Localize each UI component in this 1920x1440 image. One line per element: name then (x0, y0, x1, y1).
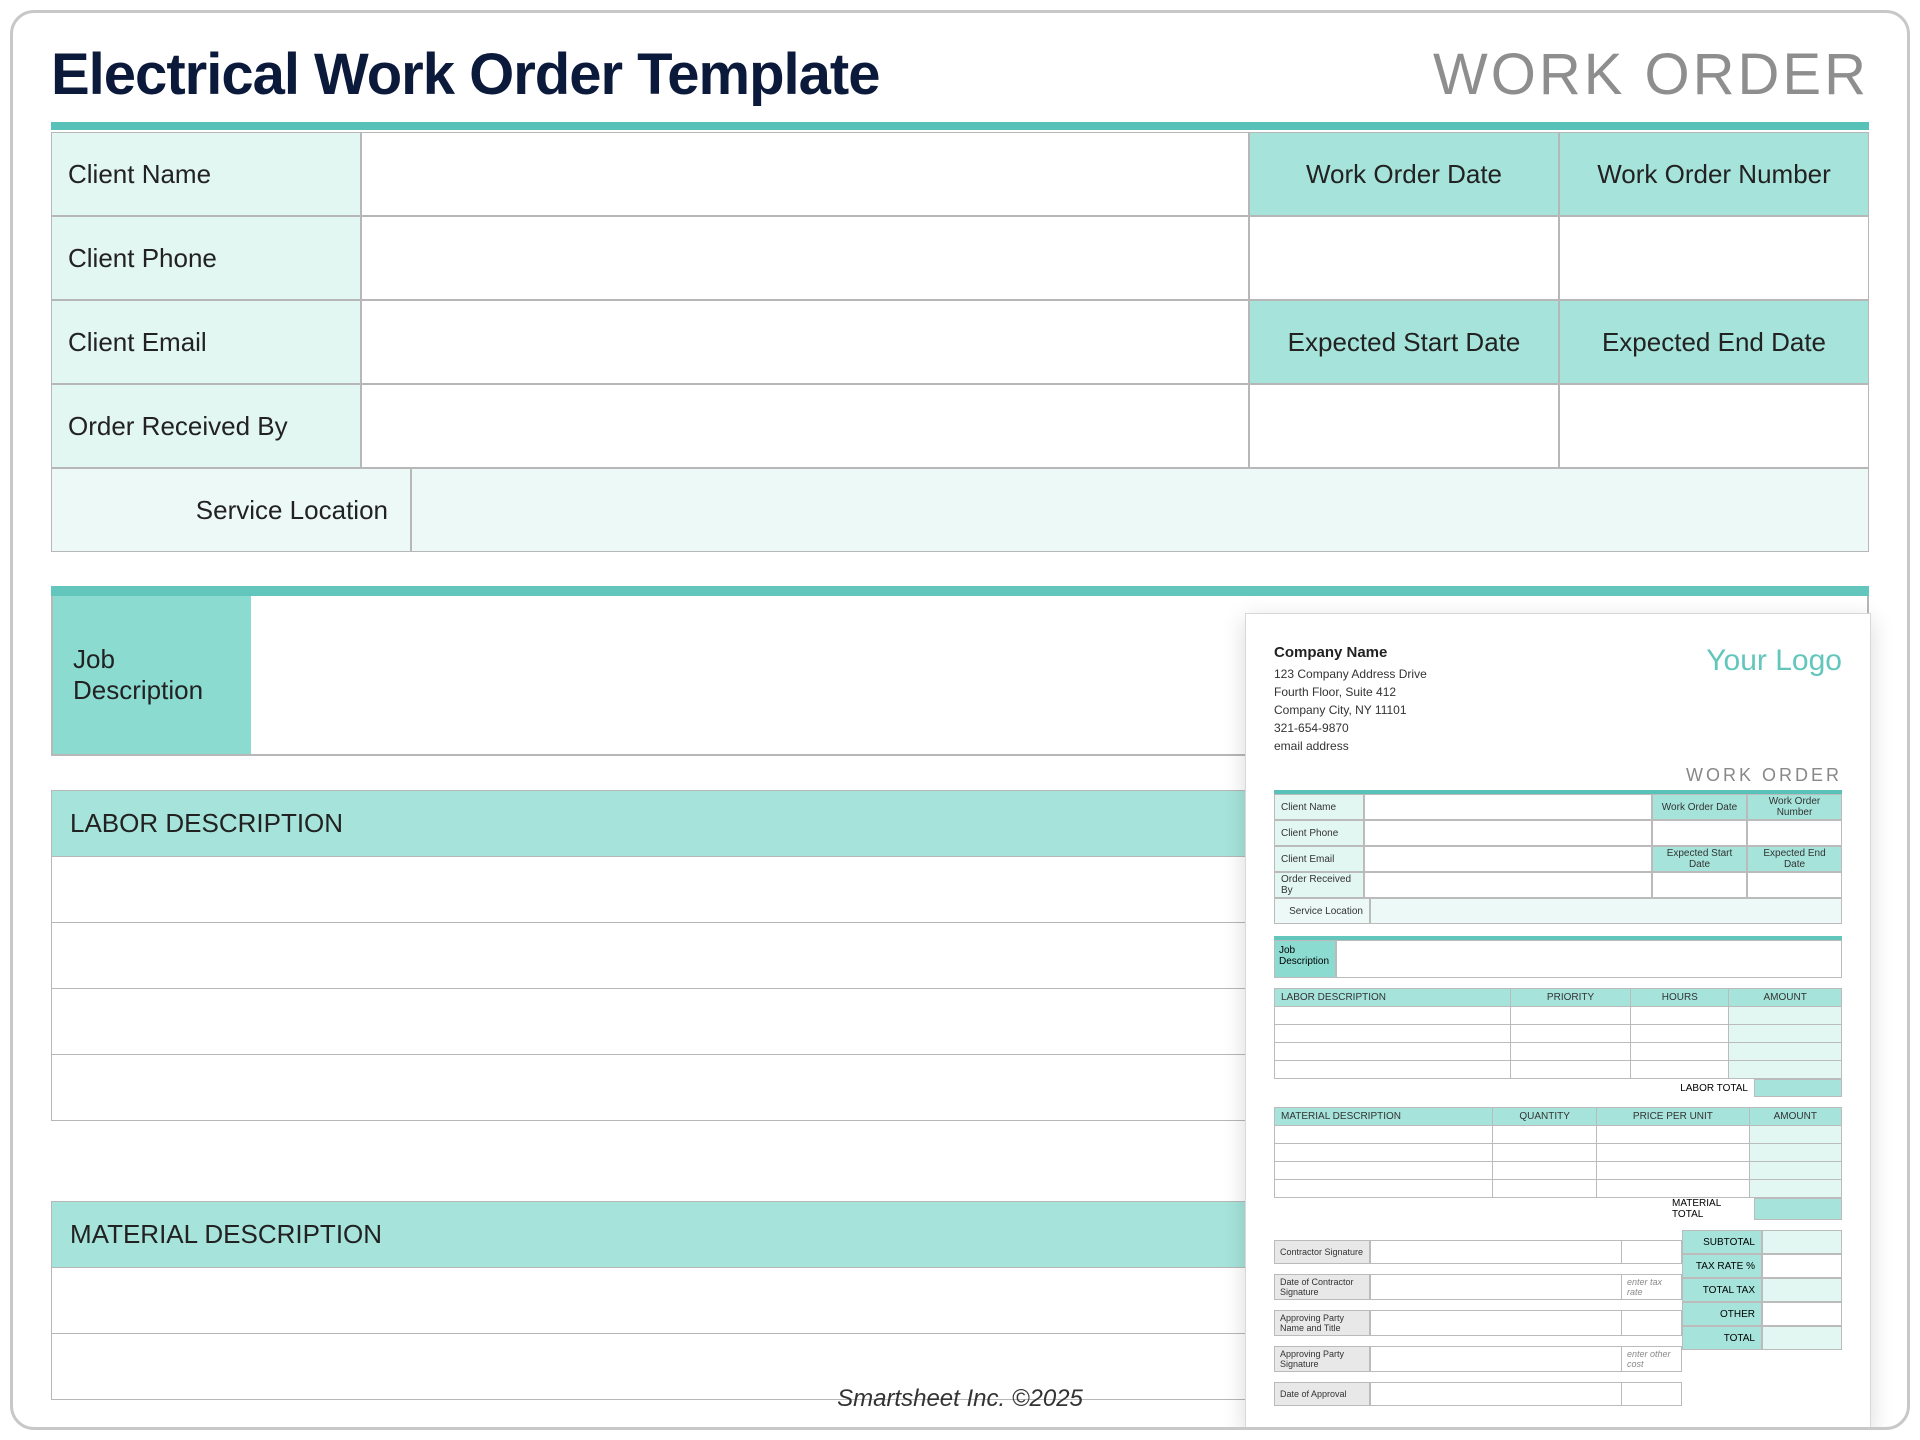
expected-start-label: Expected Start Date (1249, 300, 1559, 384)
service-location-label: Service Location (51, 468, 411, 552)
accent-bar (51, 122, 1869, 130)
pv-email: email address (1274, 737, 1427, 755)
work-order-date-label: Work Order Date (1249, 132, 1559, 216)
pv-address1: 123 Company Address Drive (1274, 665, 1427, 683)
pv-labor-table: LABOR DESCRIPTIONPRIORITYHOURSAMOUNT (1274, 988, 1842, 1079)
client-phone-label: Client Phone (51, 216, 361, 300)
pv-phone: 321-654-9870 (1274, 719, 1427, 737)
pv-client-phone-label: Client Phone (1274, 820, 1364, 846)
client-email-label: Client Email (51, 300, 361, 384)
client-name-input[interactable] (361, 132, 1249, 216)
pv-company-name: Company Name (1274, 644, 1427, 661)
preview-thumbnail: Company Name 123 Company Address Drive F… (1245, 613, 1871, 1430)
client-name-label: Client Name (51, 132, 361, 216)
pv-wod-label: Work Order Date (1652, 794, 1747, 820)
work-order-heading: WORK ORDER (1433, 41, 1869, 108)
header-row: Electrical Work Order Template WORK ORDE… (51, 41, 1869, 108)
job-description-label: Job Description (51, 596, 251, 756)
service-location-input[interactable] (411, 468, 1869, 552)
expected-end-label: Expected End Date (1559, 300, 1869, 384)
pv-esd-label: Expected Start Date (1652, 846, 1747, 872)
pv-won-label: Work Order Number (1747, 794, 1842, 820)
work-order-number-input[interactable] (1559, 216, 1869, 300)
page-title: Electrical Work Order Template (51, 41, 880, 108)
pv-heading: WORK ORDER (1274, 765, 1842, 786)
job-accent-bar (51, 586, 1869, 596)
order-received-input[interactable] (361, 384, 1249, 468)
work-order-number-label: Work Order Number (1559, 132, 1869, 216)
document-frame: Electrical Work Order Template WORK ORDE… (10, 10, 1910, 1430)
order-received-label: Order Received By (51, 384, 361, 468)
pv-logo: Your Logo (1706, 644, 1842, 678)
expected-end-input[interactable] (1559, 384, 1869, 468)
work-order-date-input[interactable] (1249, 216, 1559, 300)
pv-client-name-label: Client Name (1274, 794, 1364, 820)
pv-client-email-label: Client Email (1274, 846, 1364, 872)
pv-svc-label: Service Location (1274, 898, 1370, 924)
client-email-input[interactable] (361, 300, 1249, 384)
pv-orb-label: Order Received By (1274, 872, 1364, 898)
pv-job-label: Job Description (1274, 940, 1336, 978)
expected-start-input[interactable] (1249, 384, 1559, 468)
pv-address2: Fourth Floor, Suite 412 (1274, 683, 1427, 701)
pv-address3: Company City, NY 11101 (1274, 701, 1427, 719)
pv-material-table: MATERIAL DESCRIPTIONQUANTITYPRICE PER UN… (1274, 1107, 1842, 1198)
service-location-row: Service Location (51, 468, 1869, 552)
pv-eed-label: Expected End Date (1747, 846, 1842, 872)
client-info-grid: Client Name Work Order Date Work Order N… (51, 132, 1869, 468)
client-phone-input[interactable] (361, 216, 1249, 300)
